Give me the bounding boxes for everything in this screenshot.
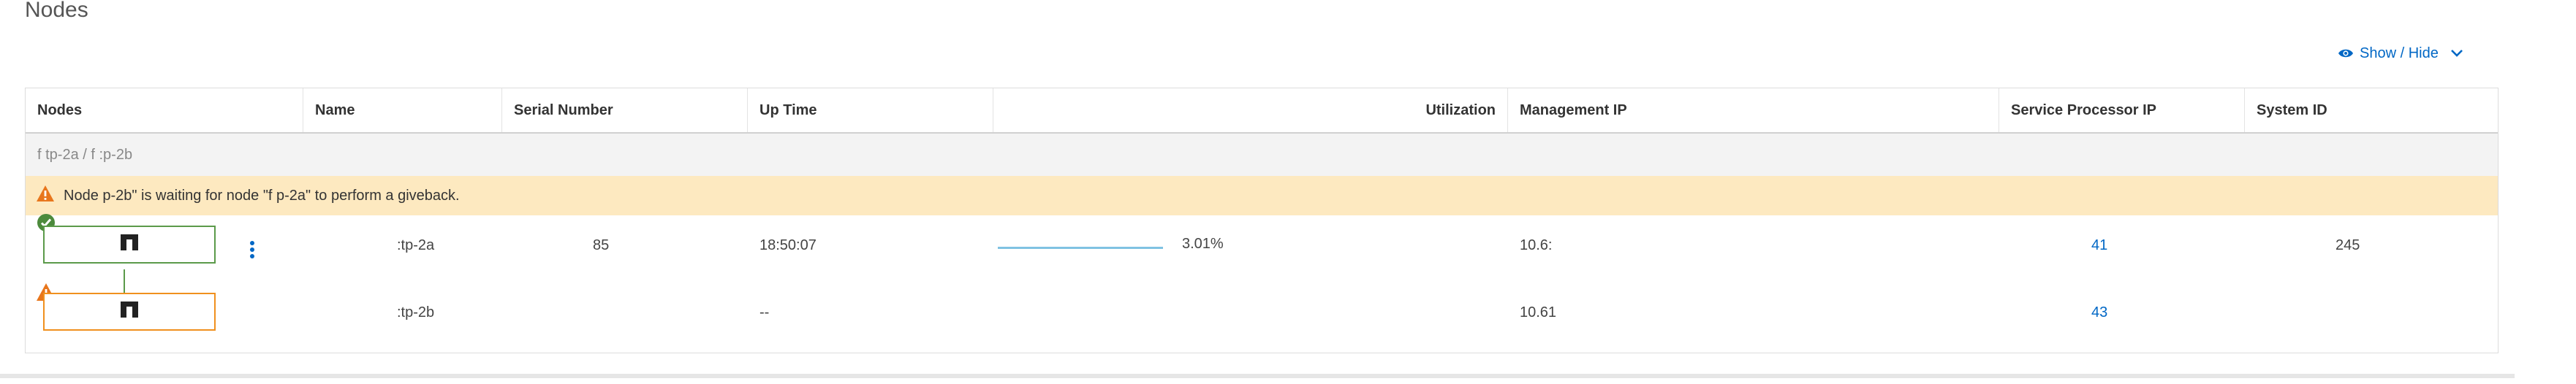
header-management-ip[interactable]: Management IP xyxy=(1508,88,1999,132)
nodes-table: Nodes Name Serial Number Up Time Utiliza… xyxy=(25,88,2499,353)
table-header: Nodes Name Serial Number Up Time Utiliza… xyxy=(26,88,2498,134)
section-divider xyxy=(0,374,2515,378)
show-hide-label: Show / Hide xyxy=(2360,45,2439,61)
show-hide-toggle[interactable]: Show / Hide xyxy=(2338,42,2463,64)
node-name: :tp-2a xyxy=(397,237,435,253)
management-ip: 10.61 xyxy=(1520,304,1557,320)
utilization-bar xyxy=(998,247,1163,249)
header-utilization[interactable]: Utilization xyxy=(993,88,1508,132)
eye-icon xyxy=(2338,47,2354,59)
utilization-bar-fill xyxy=(998,247,1163,249)
kebab-menu-icon[interactable] xyxy=(249,240,255,264)
up-time: 18:50:07 xyxy=(759,237,817,253)
header-name[interactable]: Name xyxy=(303,88,502,132)
service-processor-ip-link[interactable]: 43 xyxy=(2091,304,2107,321)
ha-pair-group-label: f tp-2a / f :p-2b xyxy=(26,134,2498,176)
node-graphic[interactable] xyxy=(43,226,216,264)
header-service-processor-ip[interactable]: Service Processor IP xyxy=(1999,88,2245,132)
up-time: -- xyxy=(759,304,770,320)
table-row: :tp-2a 85 18:50:07 3.01% 10.6: 41 245 xyxy=(26,214,2498,283)
table-row: :tp-2b -- 10.61 43 xyxy=(26,283,2498,350)
header-system-id[interactable]: System ID xyxy=(2245,88,2498,132)
storage-node-icon xyxy=(121,234,138,255)
utilization-value: 3.01% xyxy=(1182,236,1224,252)
page-title: Nodes xyxy=(25,0,88,22)
giveback-warning-banner: Node p-2b" is waiting for node "f p-2a" … xyxy=(26,176,2498,215)
serial-number: 85 xyxy=(593,237,610,253)
service-processor-ip-link[interactable]: 41 xyxy=(2091,237,2107,254)
header-serial-number[interactable]: Serial Number xyxy=(502,88,748,132)
node-name: :tp-2b xyxy=(397,304,435,320)
warning-message: Node p-2b" is waiting for node "f p-2a" … xyxy=(64,187,460,204)
chevron-down-icon xyxy=(2450,49,2463,58)
header-up-time[interactable]: Up Time xyxy=(748,88,993,132)
management-ip: 10.6: xyxy=(1520,237,1553,253)
warning-triangle-icon xyxy=(36,185,55,207)
header-nodes[interactable]: Nodes xyxy=(26,88,303,132)
system-id: 245 xyxy=(2336,237,2360,253)
node-graphic[interactable] xyxy=(43,293,216,331)
storage-node-icon xyxy=(121,302,138,322)
